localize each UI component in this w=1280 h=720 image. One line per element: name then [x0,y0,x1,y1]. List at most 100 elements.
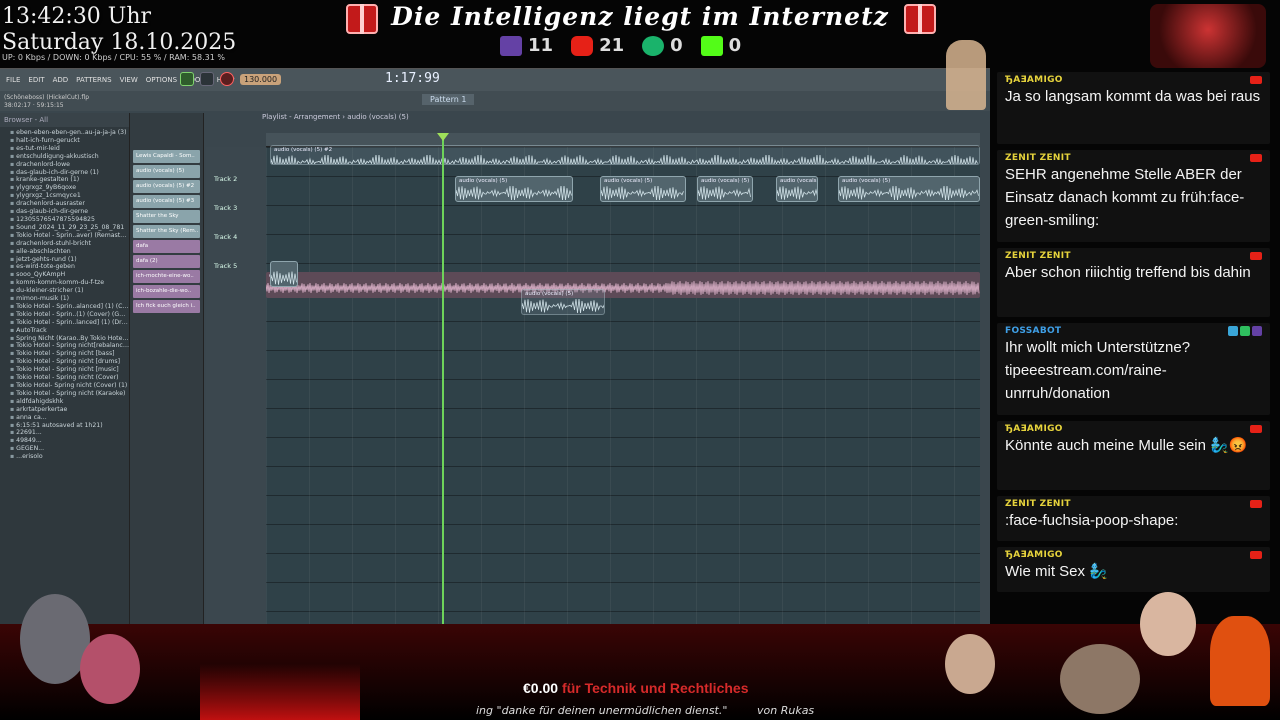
channel-button[interactable]: ich-bozahle-die-wo.. [133,285,200,298]
browser-item[interactable]: 6:15:51 autosaved at 1h21) [10,422,129,430]
record-button[interactable] [220,72,234,86]
chat-text: Aber schon riiichtig treffend bis dahin [1005,264,1251,281]
track-label[interactable]: Track 4 [214,233,237,241]
browser-item[interactable]: du-kleiner-stricher (1) [10,287,129,295]
channel-button[interactable]: Ich fick euch gleich i.. [133,300,200,313]
audio-clip[interactable] [270,261,298,287]
playlist-grid[interactable] [266,147,980,625]
channel-button[interactable]: Shatter the Sky [133,210,200,223]
channel-button[interactable]: ich-mochte-eine-wo.. [133,270,200,283]
browser-item[interactable]: Tokio Hotel - Sprin..aver) (Remastered) [10,232,129,240]
browser-item[interactable]: eben-eben-eben-gen..au-ja-ja-ja (3) [10,129,129,137]
browser-item[interactable]: es-tut-mir-leid [10,145,129,153]
channel-button[interactable]: Shatter the Sky (Rem.. [133,225,200,238]
streamer-webcam [946,40,986,110]
browser-item[interactable]: Tokio Hotel - Spring nicht (Karaoke) [10,390,129,398]
browser-item[interactable]: jetzt-gehts-rund (1) [10,256,129,264]
browser-item[interactable]: ylygrxgz_9yB6qoxe [10,184,129,192]
browser-item[interactable]: 12305576547875594825 [10,216,129,224]
browser-item[interactable]: drachenlord-stuhl-bricht [10,240,129,248]
menu-add[interactable]: ADD [51,76,71,84]
donation-ticker-author: von Rukas [757,704,815,717]
browser-item[interactable]: sooo_QyKAmpH [10,271,129,279]
chat-text: Ihr wollt mich Unterstützne? tipeeestrea… [1005,339,1191,402]
chat-message: ZENIT ZENIT Aber schon riiichtig treffend… [997,248,1270,317]
channel-button[interactable]: audio (vocals) (5) #3 [133,195,200,208]
menu-bar: FILE EDIT ADD PATTERNS VIEW OPTIONS TOOL… [0,69,990,91]
browser-item[interactable]: entschuldigung-akkustisch [10,153,129,161]
browser-item[interactable]: Tokio Hotel - Spring nicht [bass] [10,350,129,358]
browser-item[interactable]: Tokio Hotel - Spring nicht [music] [10,366,129,374]
audio-clip[interactable]: audio (vocals) (5) [455,176,573,202]
browser-item[interactable]: aldfdahigdskhk [10,398,129,406]
twitch-icon [500,35,522,56]
pattern-selector[interactable]: Pattern 1 [422,94,475,105]
channel-button[interactable]: Lewis Capaldi - Som.. [133,150,200,163]
project-info: (Schöneboss) (HickelCut).flp 38:02:17 · … [4,94,90,109]
browser-item[interactable]: Tokio Hotel - Spring nicht[rebalanced] [10,342,129,350]
browser-item[interactable]: 22691... [10,429,129,437]
browser-item[interactable]: Tokio Hotel - Sprin..alanced] (1) (Cover… [10,303,129,311]
browser-item[interactable]: anna ca... [10,414,129,422]
browser-item[interactable]: arkrtatperkertae [10,406,129,414]
kick-icon [700,35,723,56]
browser-item[interactable]: es-wird-tote-geben [10,263,129,271]
menu-view[interactable]: VIEW [118,76,140,84]
audio-clip[interactable]: audio (vocals) (5) [838,176,980,202]
channel-button[interactable]: dafa (2) [133,255,200,268]
youtube-icon [1250,500,1262,508]
audio-clip-dafa[interactable]: dafa [266,272,980,298]
stop-button[interactable] [200,72,214,86]
browser-item[interactable]: Sound_2024_11_29_23_25_08_781 [10,224,129,232]
browser-item[interactable]: Tokio Hotel - Spring nicht [drums] [10,358,129,366]
tempo-display[interactable]: 130.000 [240,73,282,85]
browser-item[interactable]: kranke-gestalten (1) [10,176,129,184]
browser-item[interactable]: das-glaub-ich-dir-gerne [10,208,129,216]
menu-file[interactable]: FILE [4,76,22,84]
browser-item[interactable]: Tokio Hotel - Spring nicht (Cover) [10,374,129,382]
menu-patterns[interactable]: PATTERNS [74,76,113,84]
browser-item[interactable]: 49849... [10,437,129,445]
track-label[interactable]: Track 2 [214,175,237,183]
audio-clip[interactable]: audio (vocals) (5) [600,176,686,202]
browser-item[interactable]: AutoTrack [10,327,129,335]
audio-clip[interactable]: audio (vocals) (5) [776,176,818,202]
chat-username: FOSSABOT [1005,326,1062,336]
channel-button[interactable]: audio (vocals) (5) #2 [133,180,200,193]
browser-item[interactable]: Tokio Hotel - Sprin..lanced] (1) (Drums) [10,319,129,327]
playhead[interactable] [442,133,444,625]
browser-item[interactable]: das-glaub-ich-dir-gerne (1) [10,169,129,177]
channel-button[interactable]: dafa [133,240,200,253]
browser-item[interactable]: mimon-musik (1) [10,295,129,303]
menu-edit[interactable]: EDIT [26,76,46,84]
channel-button[interactable]: audio (vocals) (5) [133,165,200,178]
browser-item[interactable]: komm-komm-komm-du-f-tze [10,279,129,287]
file-browser: Browser - All eben-eben-eben-gen..au-ja-… [0,113,130,625]
track-label[interactable]: Track 5 [214,262,237,270]
audio-clip[interactable]: audio (vocals) (5) [697,176,753,202]
menu-options[interactable]: OPTIONS [144,76,179,84]
chat-text: Könnte auch meine Mulle sein 🧞‍♂️😡 [1005,437,1248,454]
browser-item[interactable]: ...erisolo [10,453,129,461]
chat-text: Wie mit Sex 🧞‍♂️ [1005,563,1108,580]
play-button[interactable] [180,72,194,86]
browser-item[interactable]: Spring Nicht (Karao..By Tokio Hotel) (1) [10,335,129,343]
browser-item[interactable]: GEGEN... [10,445,129,453]
track-label[interactable]: Track 3 [214,204,237,212]
playhead-marker[interactable] [437,133,449,141]
youtube-icon [1250,551,1262,559]
browser-item[interactable]: Tokio Hotel- Spring nicht (Cover) (1) [10,382,129,390]
browser-item[interactable]: alle-abschlachten [10,248,129,256]
browser-item[interactable]: ylygrxgz_1csmqyce1 [10,192,129,200]
audio-clip-ghost[interactable]: audio (vocals) (5) [521,289,605,315]
waveform [266,280,980,296]
browser-item[interactable]: halt-ich-furn-geruckt [10,137,129,145]
browser-item[interactable]: drachenlord-lowe [10,161,129,169]
browser-item[interactable]: drachenlord-ausraster [10,200,129,208]
youtube-counter: 21 [571,35,624,56]
browser-item[interactable]: Tokio Hotel - Sprin..(1) (Cover) (Guitar… [10,311,129,319]
audio-clip[interactable]: audio (vocals) (5) #2 [270,145,980,165]
chat-text: Ja so langsam kommt da was bei raus [1005,88,1261,105]
chat-username: ZENIT ZENIT [1005,499,1071,509]
browser-header: Browser - All [0,113,129,127]
